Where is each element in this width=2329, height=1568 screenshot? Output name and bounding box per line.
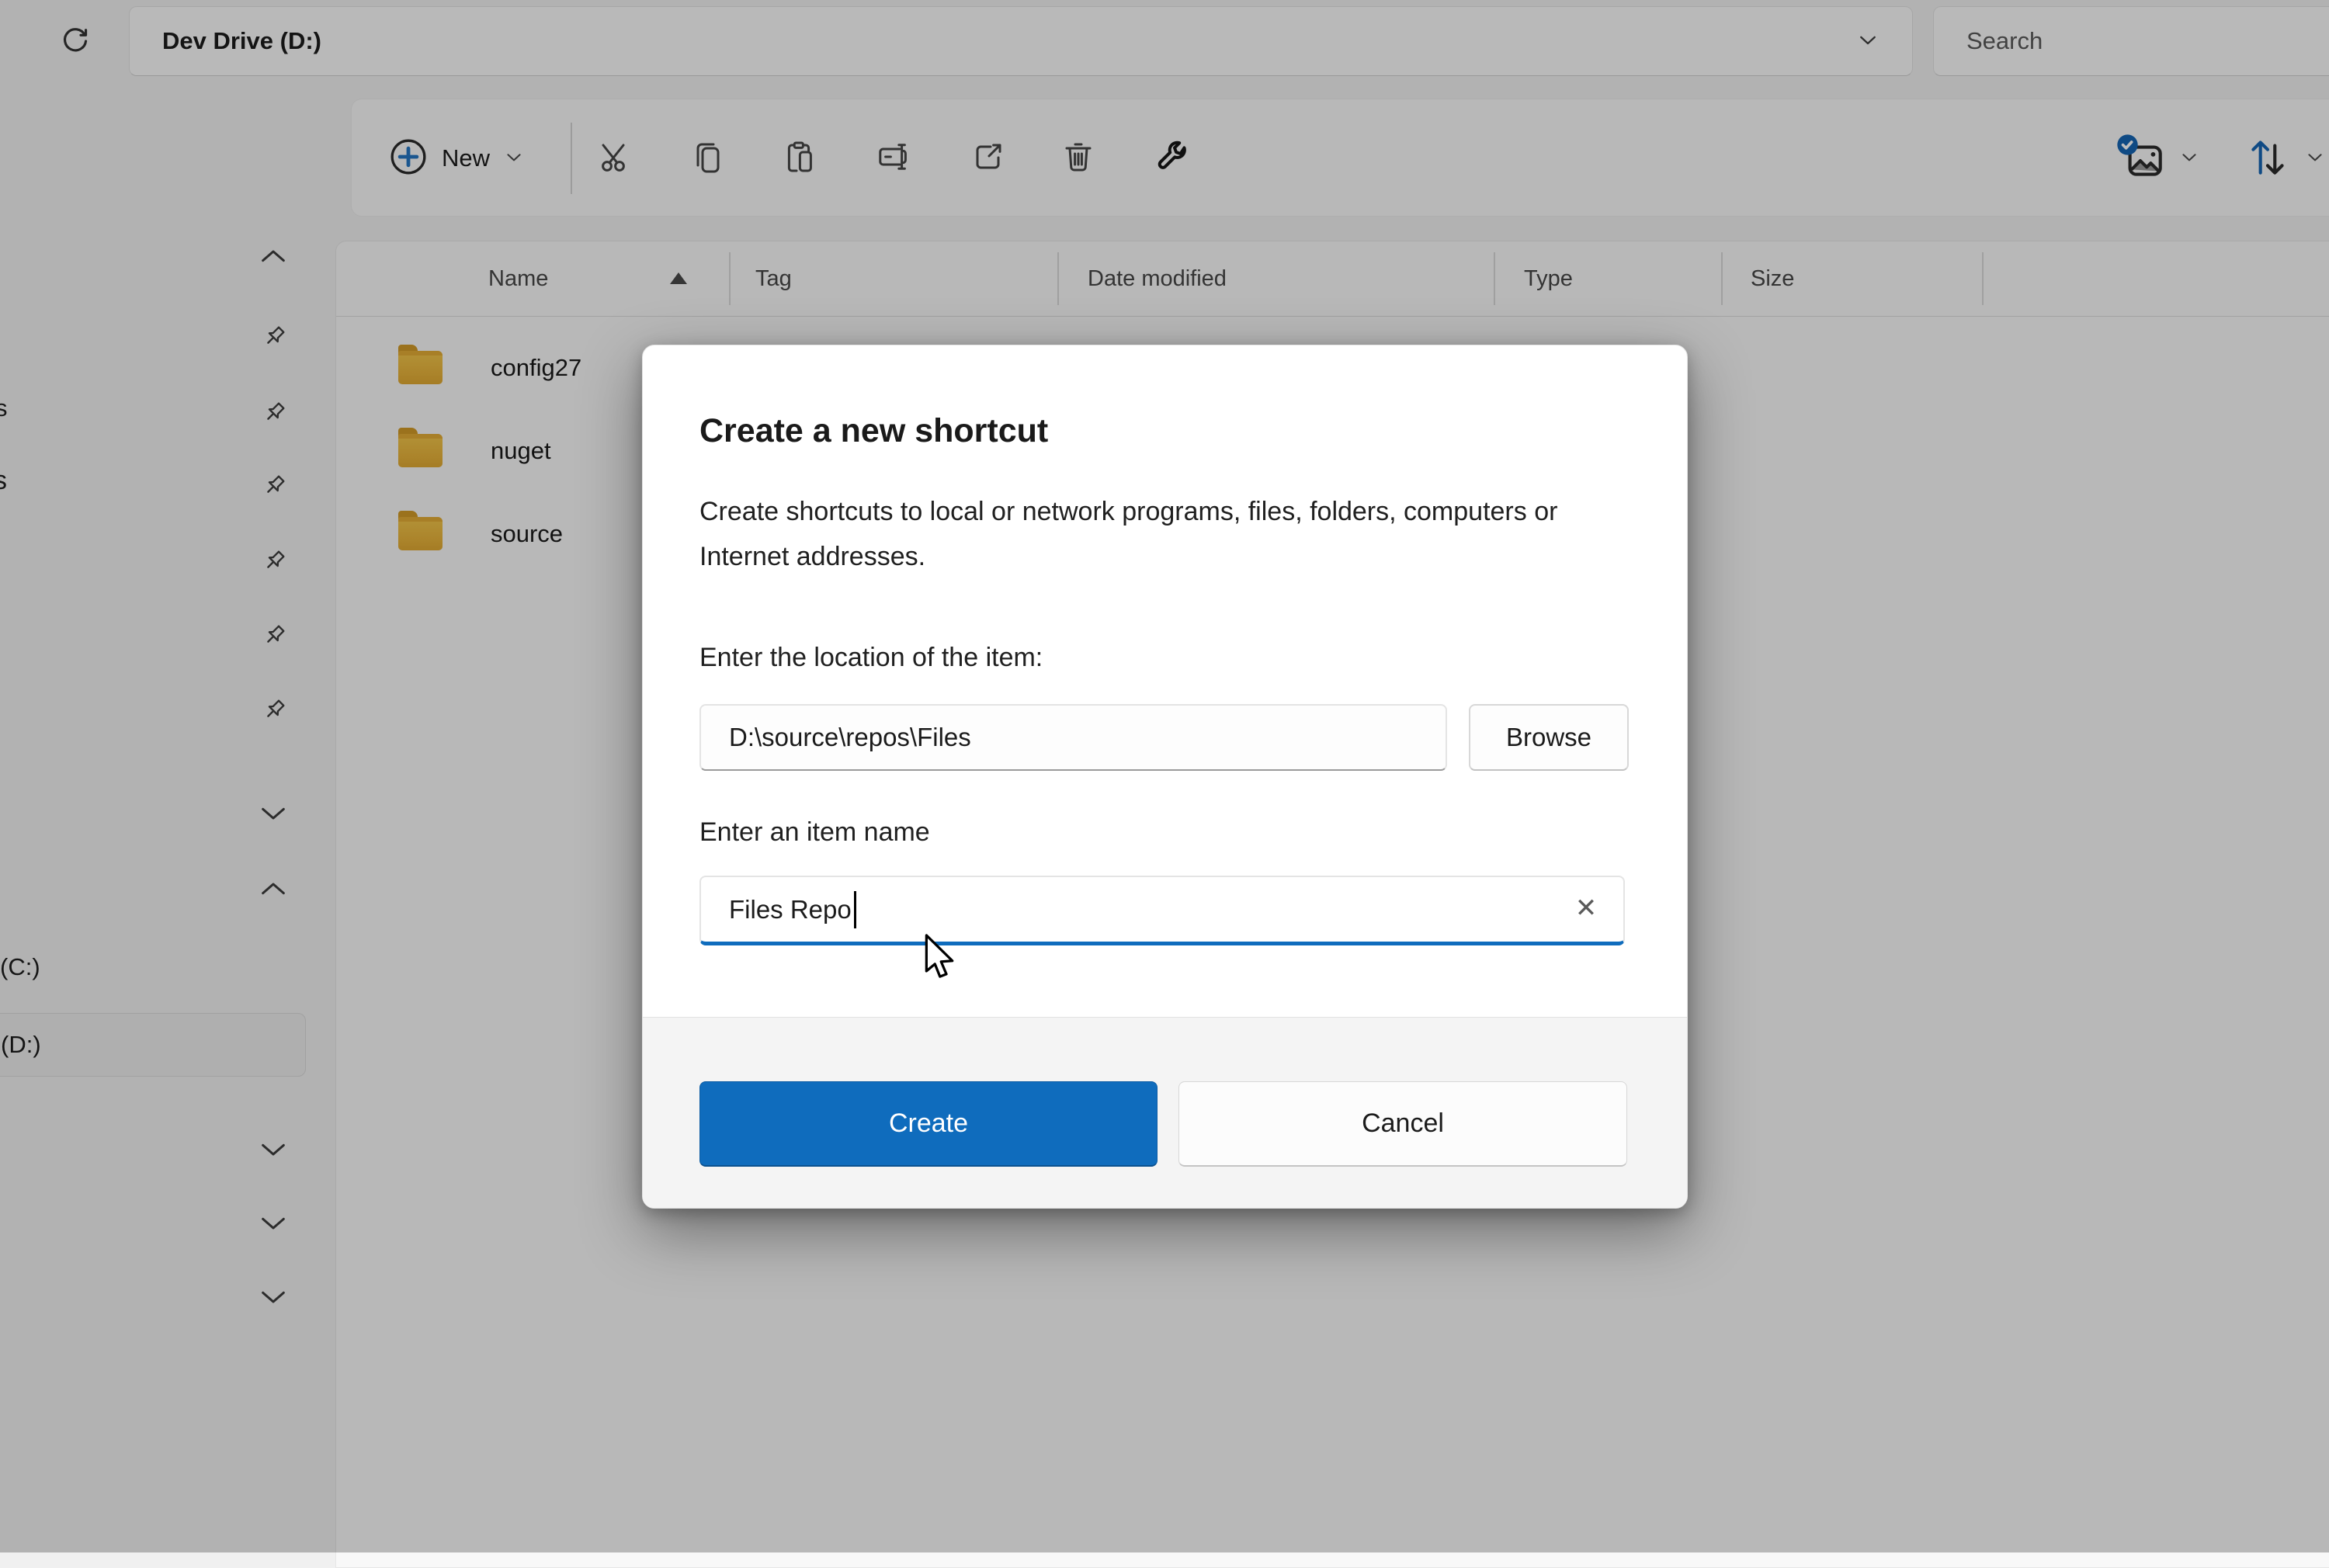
location-label: Enter the location of the item: — [699, 643, 1630, 673]
cancel-button[interactable]: Cancel — [1178, 1081, 1627, 1167]
item-name-value: Files Repo — [729, 895, 852, 924]
dialog-description: Create shortcuts to local or network pro… — [699, 489, 1619, 579]
location-input[interactable] — [699, 704, 1447, 771]
dialog-footer: Create Cancel — [643, 1017, 1687, 1208]
item-name-label: Enter an item name — [699, 817, 1630, 848]
browse-button[interactable]: Browse — [1469, 704, 1629, 771]
cancel-button-label: Cancel — [1362, 1108, 1444, 1139]
mouse-cursor — [921, 933, 956, 985]
dialog-title: Create a new shortcut — [699, 345, 1630, 450]
files-app-window: Dev Drive (D:) New — [0, 0, 2329, 1552]
browse-button-label: Browse — [1506, 723, 1591, 752]
text-caret — [854, 891, 856, 928]
create-button[interactable]: Create — [699, 1081, 1158, 1167]
item-name-input[interactable]: Files Repo ✕ — [699, 876, 1625, 945]
create-shortcut-dialog: Create a new shortcut Create shortcuts t… — [642, 345, 1688, 1209]
clear-input-icon[interactable]: ✕ — [1563, 885, 1609, 931]
create-button-label: Create — [889, 1108, 968, 1139]
